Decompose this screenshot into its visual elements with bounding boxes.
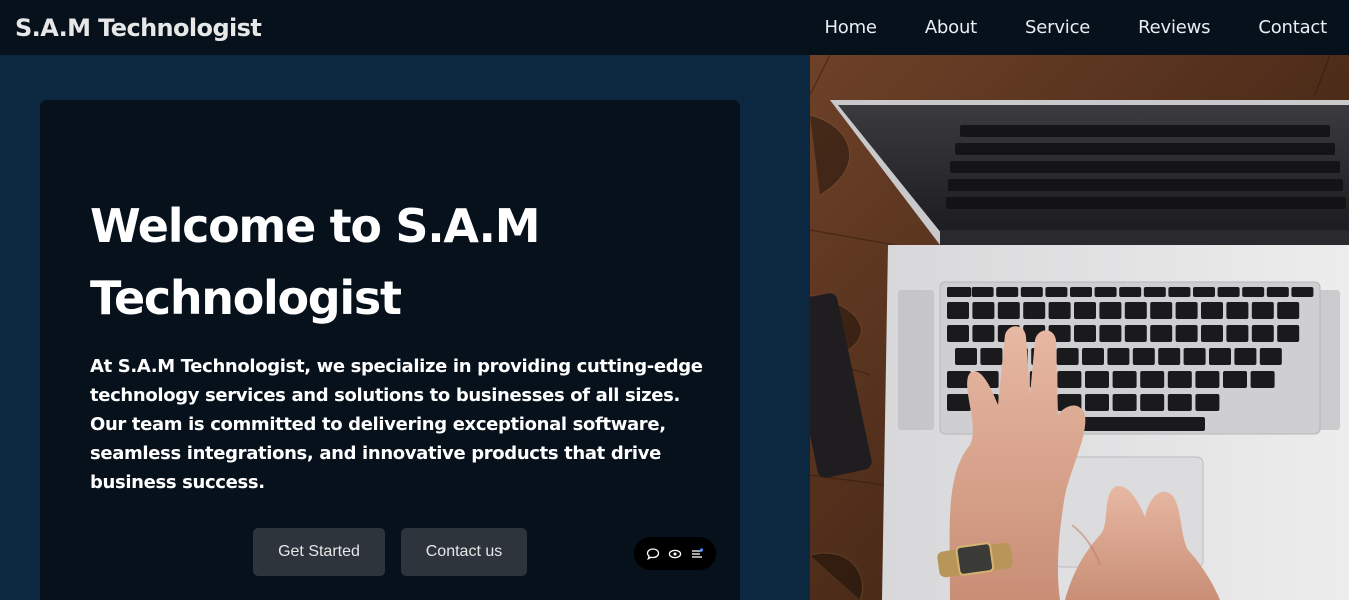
main-nav: Home About Service Reviews Contact	[776, 0, 1327, 55]
contact-us-button[interactable]: Contact us	[401, 528, 527, 576]
eye-icon[interactable]	[666, 545, 684, 563]
chat-icon[interactable]	[644, 545, 662, 563]
hero-title: Welcome to S.A.M Technologist	[90, 199, 541, 325]
nav-link-about[interactable]: About	[925, 17, 977, 38]
hero-description: At S.A.M Technologist, we specialize in …	[90, 356, 703, 493]
top-navigation-bar: S.A.M Technologist Home About Service Re…	[0, 0, 1349, 55]
floating-widget	[634, 537, 716, 570]
hero-card	[40, 100, 740, 600]
brand-logo-text[interactable]: S.A.M Technologist	[15, 14, 262, 42]
laptop-keyboard-hands-photo	[810, 55, 1349, 600]
nav-link-service[interactable]: Service	[1025, 17, 1090, 38]
get-started-button[interactable]: Get Started	[253, 528, 385, 576]
menu-icon[interactable]	[688, 545, 706, 563]
nav-link-contact[interactable]: Contact	[1258, 17, 1327, 38]
nav-link-home[interactable]: Home	[824, 17, 877, 38]
nav-link-reviews[interactable]: Reviews	[1138, 17, 1210, 38]
